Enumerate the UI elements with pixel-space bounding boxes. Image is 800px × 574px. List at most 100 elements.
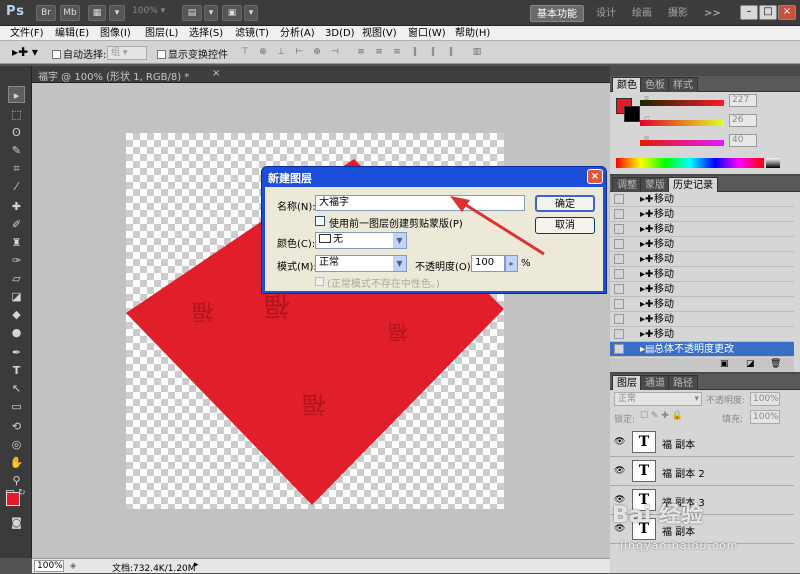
blue-value-field[interactable]: 40 — [729, 134, 757, 147]
history-item[interactable]: ▸✚ 移动 — [610, 282, 794, 297]
history-item[interactable]: ▸✚ 移动 — [610, 222, 794, 237]
eyedropper-tool-icon[interactable]: ⁄ — [8, 178, 25, 195]
history-item[interactable]: ▸✚ 移动 — [610, 312, 794, 327]
screen-mode-button[interactable]: ▣ — [222, 5, 242, 21]
pen-tool-icon[interactable]: ✒ — [8, 344, 25, 361]
3d-orbit-tool-icon[interactable]: ◎ — [8, 436, 25, 453]
align-right-icon[interactable]: ⊣ — [330, 47, 340, 58]
menu-help[interactable]: 帮助(H) — [455, 26, 490, 41]
history-brush-tool-icon[interactable]: ✑ — [8, 252, 25, 269]
history-item[interactable]: ▸✚ 移动 — [610, 207, 794, 222]
crop-tool-icon[interactable]: ⌗ — [8, 160, 25, 177]
history-item-selected[interactable]: ▸▤ 总体不透明度更改 — [610, 342, 794, 357]
menu-window[interactable]: 窗口(W) — [408, 26, 446, 41]
history-source-checkbox[interactable] — [614, 329, 624, 339]
tab-paths[interactable]: 路径 — [668, 375, 698, 390]
hand-tool-icon[interactable]: ✋ — [8, 454, 25, 471]
mini-bridge-button[interactable]: Mb — [60, 5, 80, 21]
screen-mode-dropdown[interactable]: ▾ — [244, 5, 258, 21]
tab-swatches[interactable]: 色板 — [640, 77, 670, 92]
history-item[interactable]: ▸✚ 移动 — [610, 192, 794, 207]
green-slider[interactable] — [640, 120, 724, 126]
tab-color[interactable]: 颜色 — [612, 77, 642, 92]
menu-file[interactable]: 文件(F) — [10, 26, 44, 41]
status-menu-arrow-icon[interactable]: ▸ — [194, 560, 199, 570]
arrange-documents-button[interactable]: ▤ — [182, 5, 202, 21]
align-bottom-icon[interactable]: ⊥ — [276, 47, 286, 58]
history-item[interactable]: ▸✚ 移动 — [610, 297, 794, 312]
green-value-field[interactable]: 26 — [729, 114, 757, 127]
quick-mask-icon[interactable]: ◙ — [8, 514, 25, 531]
workspace-basic[interactable]: 基本功能 — [530, 5, 584, 22]
healing-brush-tool-icon[interactable]: ✚ — [8, 198, 25, 215]
layer-row[interactable]: 👁 T 福 副本 2 — [610, 457, 794, 486]
marquee-tool-icon[interactable]: ⬚ — [8, 106, 25, 123]
mode-dropdown[interactable]: 正常 ▼ — [315, 255, 407, 272]
menu-select[interactable]: 选择(S) — [189, 26, 223, 41]
history-source-checkbox[interactable] — [614, 344, 624, 354]
status-zoom-field[interactable]: 100% — [34, 560, 64, 572]
red-value-field[interactable]: 227 — [729, 94, 757, 107]
layer-fill-field[interactable]: 100% — [750, 410, 780, 424]
create-document-icon[interactable]: ◪ — [746, 359, 755, 369]
close-document-icon[interactable]: × — [212, 68, 220, 79]
history-source-checkbox[interactable] — [614, 314, 624, 324]
tab-channels[interactable]: 通道 — [640, 375, 670, 390]
tab-history[interactable]: 历史记录 — [668, 177, 718, 192]
move-tool-preset-icon[interactable]: ▸✚ ▾ — [12, 45, 38, 59]
foreground-color-swatch[interactable] — [6, 492, 20, 506]
menu-view[interactable]: 视图(V) — [362, 26, 397, 41]
tab-styles[interactable]: 样式 — [668, 77, 698, 92]
lock-icons[interactable]: ☐ ✎ ✚ 🔒 — [640, 411, 683, 421]
view-extras-button[interactable]: ▦ — [88, 5, 106, 21]
paint-bucket-tool-icon[interactable]: ◪ — [8, 288, 25, 305]
distribute-top-icon[interactable]: ≡ — [356, 47, 366, 58]
align-hcenter-icon[interactable]: ⊕ — [312, 47, 322, 58]
workspace-design[interactable]: 设计 — [590, 5, 622, 22]
blur-tool-icon[interactable]: ◆ — [8, 306, 25, 323]
clone-stamp-tool-icon[interactable]: ♜ — [8, 234, 25, 251]
blend-mode-dropdown[interactable]: 正常 ▾ — [614, 392, 702, 406]
distribute-bottom-icon[interactable]: ≡ — [392, 47, 402, 58]
3d-rotate-tool-icon[interactable]: ⟲ — [8, 418, 25, 435]
eye-icon[interactable]: 👁 — [614, 466, 625, 476]
history-source-checkbox[interactable] — [614, 224, 624, 234]
layer-opacity-field[interactable]: 100% — [750, 392, 780, 406]
distribute-left-icon[interactable]: ‖ — [410, 47, 420, 58]
history-source-checkbox[interactable] — [614, 284, 624, 294]
minimize-button[interactable]: – — [740, 5, 758, 20]
history-item[interactable]: ▸✚ 移动 — [610, 237, 794, 252]
align-top-icon[interactable]: ⊤ — [240, 47, 250, 58]
show-transform-checkbox[interactable]: 显示变换控件 — [157, 46, 228, 61]
menu-analysis[interactable]: 分析(A) — [280, 26, 315, 41]
delete-state-icon[interactable]: 🗑 — [770, 359, 781, 369]
history-source-checkbox[interactable] — [614, 269, 624, 279]
clip-mask-checkbox[interactable] — [315, 216, 325, 226]
distribute-right-icon[interactable]: ‖ — [446, 47, 456, 58]
zoom-level-field[interactable]: 100% ▾ — [132, 6, 170, 21]
align-vcenter-icon[interactable]: ⊕ — [258, 47, 268, 58]
history-item[interactable]: ▸✚ 移动 — [610, 252, 794, 267]
move-tool-icon[interactable]: ▸ — [8, 86, 25, 103]
workspace-photography[interactable]: 摄影 — [662, 5, 694, 22]
path-selection-tool-icon[interactable]: ↖ — [8, 380, 25, 397]
menu-3d[interactable]: 3D(D) — [325, 26, 355, 41]
document-tab[interactable]: 福字 @ 100% (形状 1, RGB/8) * × — [32, 66, 610, 83]
history-source-checkbox[interactable] — [614, 194, 624, 204]
shape-tool-icon[interactable]: ▭ — [8, 398, 25, 415]
tab-adjustments[interactable]: 调整 — [612, 177, 642, 192]
menu-layer[interactable]: 图层(L) — [145, 26, 178, 41]
maximize-button[interactable]: □ — [759, 5, 777, 20]
close-window-button[interactable]: × — [778, 5, 796, 20]
brush-tool-icon[interactable]: ✐ — [8, 216, 25, 233]
distribute-hcenter-icon[interactable]: ‖ — [428, 47, 438, 58]
bridge-button[interactable]: Br — [36, 5, 56, 21]
lasso-tool-icon[interactable]: ʘ — [8, 124, 25, 141]
auto-select-dropdown[interactable]: 组 ▾ — [107, 46, 147, 60]
quick-select-tool-icon[interactable]: ✎ — [8, 142, 25, 159]
red-slider[interactable] — [640, 100, 724, 106]
tab-masks[interactable]: 蒙版 — [640, 177, 670, 192]
eraser-tool-icon[interactable]: ▱ — [8, 270, 25, 287]
dodge-tool-icon[interactable]: ● — [8, 324, 25, 341]
more-workspaces-button[interactable]: >> — [698, 5, 727, 22]
